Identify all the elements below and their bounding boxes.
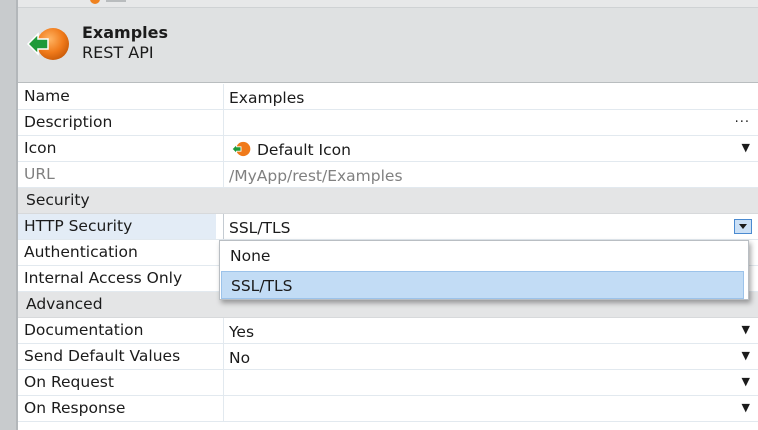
property-row-description[interactable]: Description ... xyxy=(18,110,758,136)
property-row-icon[interactable]: Icon Default Icon ▼ xyxy=(18,136,758,162)
description-edit-button[interactable]: ... xyxy=(735,111,750,126)
chevron-down-icon[interactable]: ▼ xyxy=(742,375,750,388)
section-label: Advanced xyxy=(26,295,103,313)
chevron-down-icon[interactable] xyxy=(734,219,752,234)
property-row-url: URL /MyApp/rest/Examples xyxy=(18,162,758,188)
default-icon-icon xyxy=(231,141,251,156)
property-label: HTTP Security xyxy=(24,217,133,235)
section-security[interactable]: Security xyxy=(18,188,758,214)
send-default-values-select[interactable]: No ▼ xyxy=(223,344,758,369)
chevron-down-icon[interactable]: ▼ xyxy=(742,349,750,362)
property-label: Icon xyxy=(24,139,57,157)
dropdown-option-ssl-tls[interactable]: SSL/TLS xyxy=(221,271,744,299)
property-label: Authentication xyxy=(24,243,138,261)
chevron-down-icon[interactable]: ▼ xyxy=(742,323,750,336)
section-label: Security xyxy=(26,191,90,209)
top-strip xyxy=(18,0,758,8)
property-row-http-security[interactable]: HTTP Security SSL/TLS xyxy=(18,214,758,240)
property-label: URL xyxy=(24,165,55,183)
url-value: /MyApp/rest/Examples xyxy=(223,162,758,187)
on-response-select[interactable]: ▼ xyxy=(223,396,758,421)
name-field[interactable]: Examples xyxy=(223,84,758,109)
property-row-on-response[interactable]: On Response ▼ xyxy=(18,396,758,422)
element-title: Examples xyxy=(82,23,169,42)
element-header: Examples REST API xyxy=(18,8,758,83)
property-label: Documentation xyxy=(24,321,144,339)
property-label: Internal Access Only xyxy=(24,269,183,287)
property-row-name[interactable]: Name Examples xyxy=(18,84,758,110)
property-label: Name xyxy=(24,87,70,105)
property-row-send-default-values[interactable]: Send Default Values No ▼ xyxy=(18,344,758,370)
icon-select[interactable]: Default Icon ▼ xyxy=(223,136,758,161)
description-field[interactable]: ... xyxy=(223,110,758,135)
property-label: Send Default Values xyxy=(24,347,181,365)
property-label: On Response xyxy=(24,399,126,417)
http-security-select[interactable]: SSL/TLS xyxy=(223,214,758,239)
http-security-dropdown-list[interactable]: None SSL/TLS xyxy=(219,240,749,300)
rest-api-icon xyxy=(26,28,69,60)
chevron-down-icon[interactable]: ▼ xyxy=(742,401,750,414)
property-label: On Request xyxy=(24,373,114,391)
element-type: REST API xyxy=(82,43,154,62)
documentation-select[interactable]: Yes ▼ xyxy=(223,318,758,343)
left-panel-border xyxy=(0,0,18,430)
property-row-documentation[interactable]: Documentation Yes ▼ xyxy=(18,318,758,344)
property-label: Description xyxy=(24,113,113,131)
chevron-down-icon[interactable]: ▼ xyxy=(742,141,750,154)
dropdown-option-none[interactable]: None xyxy=(221,242,744,270)
on-request-select[interactable]: ▼ xyxy=(223,370,758,395)
property-row-on-request[interactable]: On Request ▼ xyxy=(18,370,758,396)
